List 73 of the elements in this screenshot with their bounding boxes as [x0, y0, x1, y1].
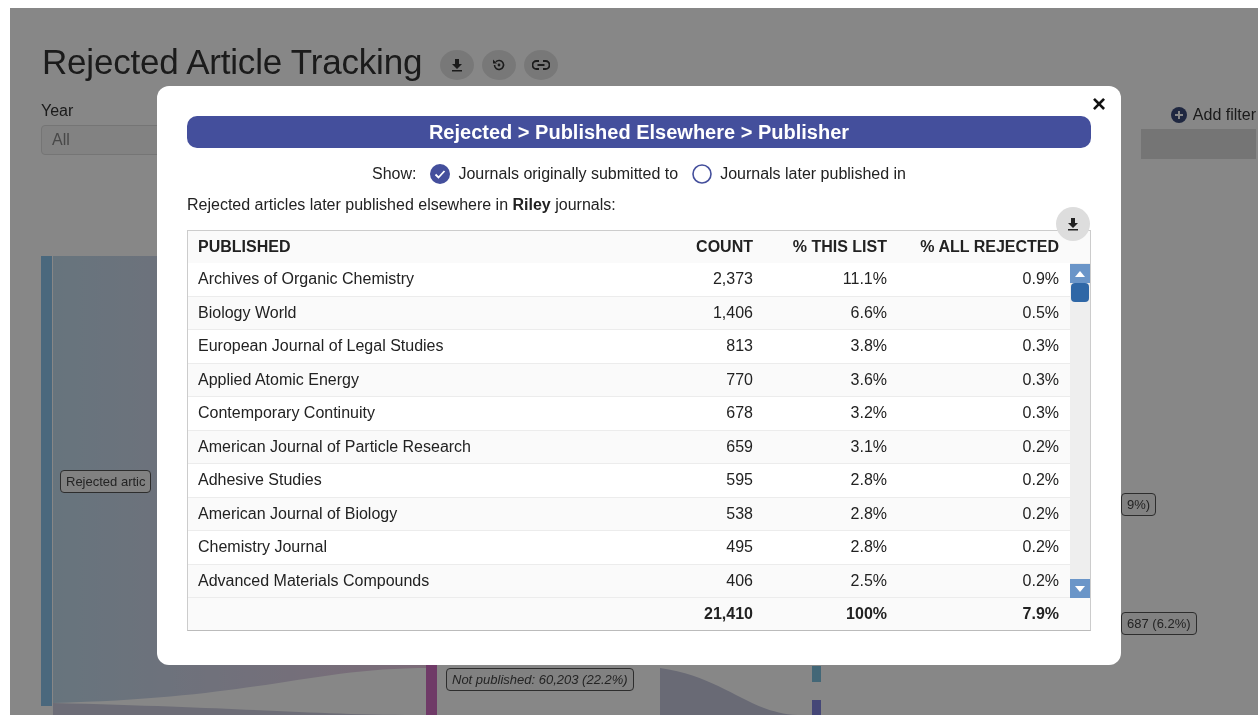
table-cell-text: 495: [725, 538, 753, 557]
table-cell-text: 3.6%: [849, 370, 887, 389]
table-cell-text: 659: [725, 437, 753, 456]
link-button[interactable]: [524, 50, 559, 80]
table-cell-text: 770: [725, 370, 753, 389]
journal-name: Applied Atomic Energy: [198, 370, 360, 389]
table-cell-text: 2,373: [711, 270, 753, 289]
table-cell-text: 0.2%: [1021, 571, 1059, 590]
close-button[interactable]: ×: [1088, 92, 1110, 116]
table-cell-text: 0.3%: [1021, 404, 1059, 423]
sankey-label: Not published: 60,203 (22.2%): [446, 668, 634, 691]
table-cell-text: 3.1%: [849, 437, 887, 456]
download-icon: [450, 58, 465, 72]
table-cell-text: 0.2%: [1021, 437, 1059, 456]
caret-down-icon: [1075, 585, 1085, 592]
table-cell-text: 0.2%: [1021, 504, 1059, 523]
column-header[interactable]: COUNT: [638, 238, 753, 256]
reset-button[interactable]: [482, 50, 517, 80]
page-title: Rejected Article Tracking: [42, 42, 423, 82]
column-header[interactable]: % THIS LIST: [753, 238, 887, 256]
sankey-label: 9%): [1121, 493, 1157, 516]
scroll-up-button[interactable]: [1070, 264, 1090, 283]
journal-name: Advanced Materials Compounds: [198, 571, 431, 590]
table-cell-text: 678: [725, 404, 753, 423]
description-text: Rejected articles later published elsewhere in Riley journals:: [187, 196, 617, 215]
table-cell-text: 3.8%: [849, 337, 887, 356]
breadcrumb-header: Rejected > Published Elsewhere > Publisher: [187, 116, 1091, 148]
download-button[interactable]: [1056, 207, 1090, 241]
table-cell-text: 538: [725, 504, 753, 523]
add-filter-button[interactable]: Add filter: [1170, 102, 1256, 124]
table-cell-text: 0.9%: [1021, 270, 1059, 289]
table-cell-text: 2.8%: [849, 538, 887, 557]
column-header[interactable]: PUBLISHED: [198, 238, 638, 256]
caret-up-icon: [1075, 270, 1085, 277]
total-cell-text: 100%: [845, 605, 887, 623]
table-cell-text: 2.8%: [849, 471, 887, 490]
table-cell-text: 0.3%: [1021, 370, 1059, 389]
scroll-thumb[interactable]: [1071, 283, 1089, 302]
table-cell-text: 406: [725, 571, 753, 590]
table-cell-text: 813: [725, 337, 753, 356]
show-label: Show:: [372, 165, 417, 183]
column-header[interactable]: % ALL REJECTED: [887, 238, 1059, 256]
table-cell-text: 0.2%: [1021, 538, 1059, 557]
table-cell-text: 0.2%: [1021, 471, 1059, 490]
journal-name: European Journal of Legal Studies: [198, 337, 445, 356]
journal-name: Chemistry Journal: [198, 538, 328, 557]
radio-option[interactable]: Journals later published in: [692, 164, 906, 184]
journal-name: Contemporary Continuity: [198, 404, 376, 423]
sankey-label: Rejected artic: [60, 470, 152, 493]
filter-label: Year: [41, 102, 75, 120]
journal-name: Biology World: [198, 303, 298, 322]
table-cell-text: 11.1%: [841, 270, 887, 289]
plus-circle-icon: [1170, 107, 1187, 123]
table-cell-text: 595: [725, 471, 753, 490]
table-cell-text: 6.6%: [849, 303, 887, 322]
journal-name: Adhesive Studies: [198, 471, 323, 490]
total-cell-text: 7.9%: [1021, 605, 1059, 623]
table-cell-text: 3.2%: [849, 404, 887, 423]
scroll-down-button[interactable]: [1070, 579, 1090, 598]
journal-name: American Journal of Biology: [198, 504, 399, 523]
table-cell-text: 0.3%: [1021, 337, 1059, 356]
sankey-label: 687 (6.2%): [1121, 612, 1197, 635]
journal-name: Archives of Organic Chemistry: [198, 270, 416, 289]
download-icon: [1066, 217, 1080, 231]
journal-name: American Journal of Particle Research: [198, 437, 472, 456]
link-icon: [532, 59, 551, 71]
total-cell-text: 21,410: [703, 605, 753, 623]
table-cell-text: 0.5%: [1021, 303, 1059, 322]
table-cell-text: 2.5%: [849, 571, 887, 590]
radio-option[interactable]: Journals originally submitted to: [430, 164, 679, 184]
table-cell-text: 2.8%: [849, 504, 887, 523]
scrollbar[interactable]: [1070, 263, 1090, 598]
table-cell-text: 1,406: [711, 303, 753, 322]
